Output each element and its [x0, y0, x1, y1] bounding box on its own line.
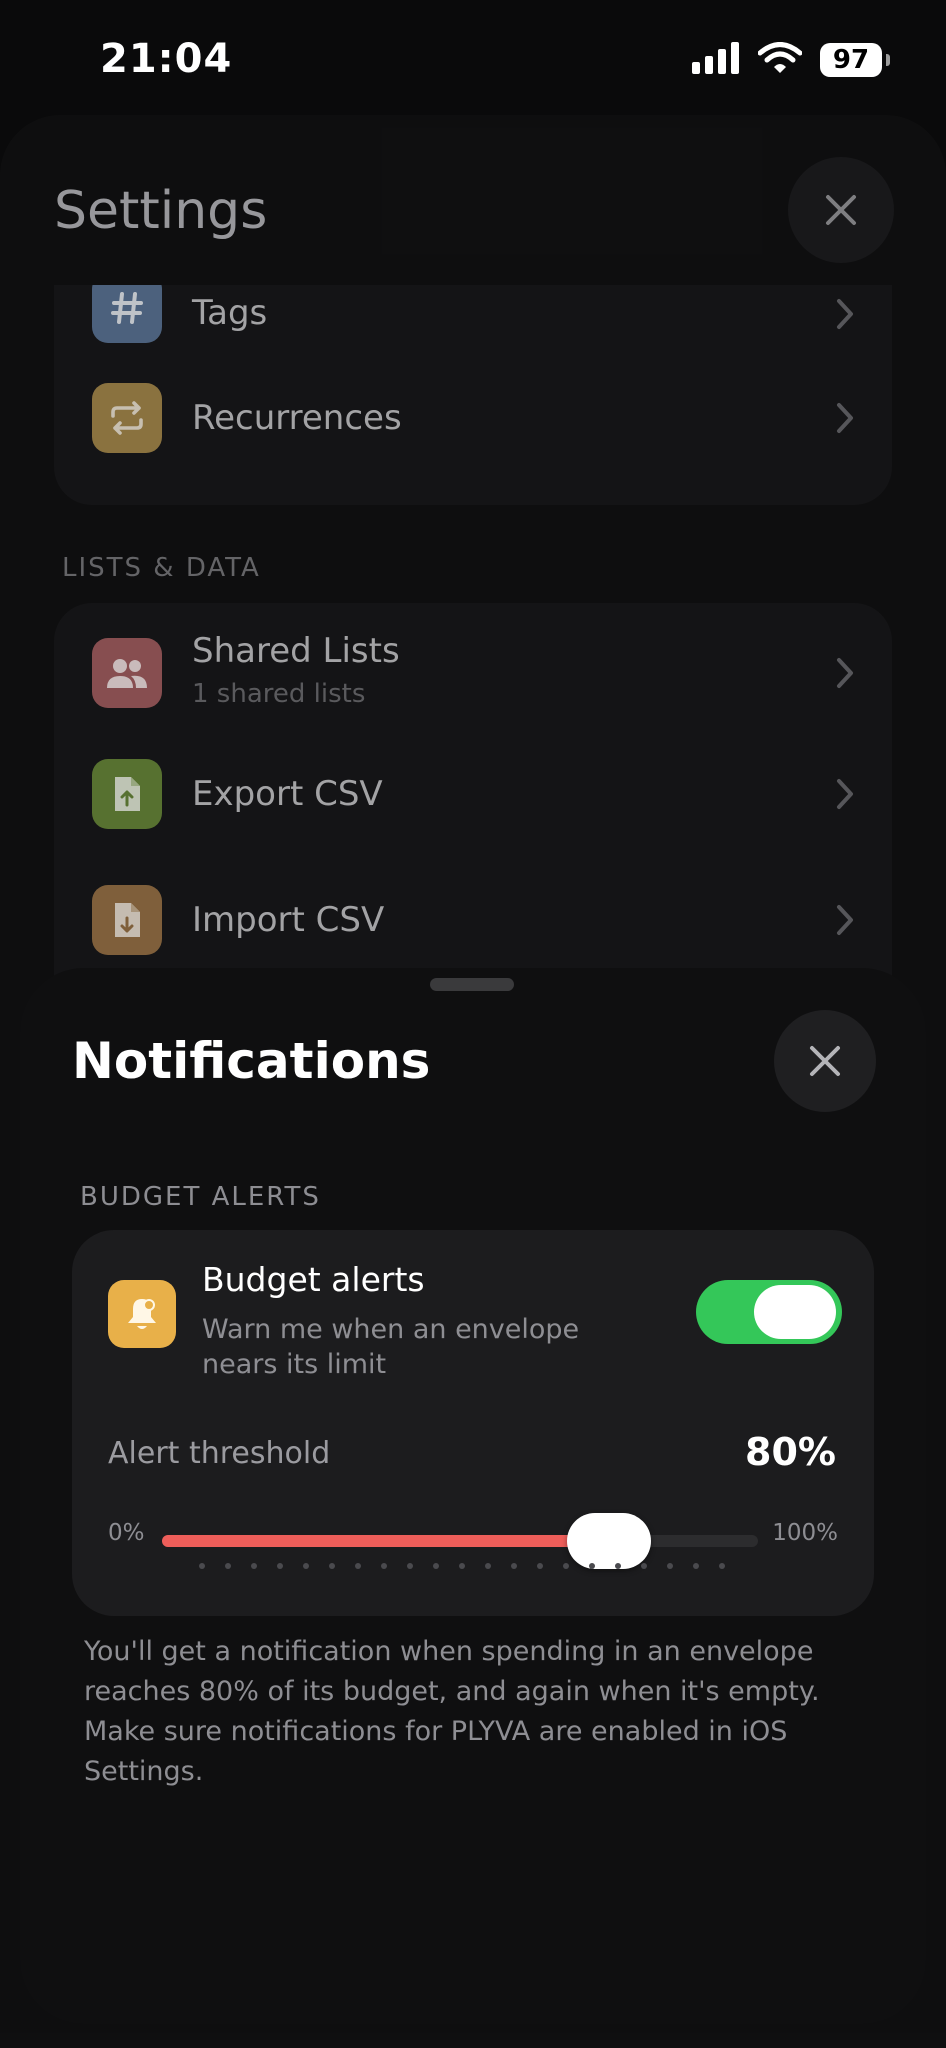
row-label: Import CSV [192, 900, 385, 940]
slider-tick [251, 1563, 257, 1569]
budget-alerts-card: Budget alerts Warn me when an envelope n… [72, 1230, 874, 1616]
threshold-slider[interactable] [162, 1513, 758, 1569]
budget-alerts-subtitle: Warn me when an envelope nears its limit [202, 1314, 580, 1380]
slider-fill [162, 1535, 609, 1547]
slider-tick [485, 1563, 491, 1569]
repeat-icon [92, 383, 162, 453]
slider-tick [277, 1563, 283, 1569]
slider-tick [719, 1563, 725, 1569]
slider-max-label: 100% [772, 1520, 838, 1546]
signal-icon [692, 42, 740, 78]
people-icon [92, 638, 162, 708]
row-tags[interactable]: Tags [54, 285, 892, 355]
slider-tick [641, 1563, 647, 1569]
row-label: Tags [192, 293, 268, 333]
settings-title: Settings [54, 181, 268, 241]
slider-ticks [199, 1563, 725, 1571]
notifications-sheet: Notifications BUDGET ALERTS Budget alert… [20, 968, 926, 2024]
slider-tick [589, 1563, 595, 1569]
bell-icon [108, 1280, 176, 1348]
chevron-right-icon [837, 403, 853, 433]
row-label: Recurrences [192, 398, 402, 438]
settings-group-top: Tags Recurrences [54, 285, 892, 505]
footer-note: You'll get a notification when spending … [84, 1636, 820, 1787]
status-time: 21:04 [100, 36, 233, 82]
row-sublabel: 1 shared lists [192, 679, 366, 709]
close-icon [810, 1046, 840, 1076]
row-recurrences[interactable]: Recurrences [54, 355, 892, 481]
close-icon [826, 195, 856, 225]
sheet-title: Notifications [72, 1032, 431, 1090]
chevron-right-icon [837, 905, 853, 935]
threshold-value: 80% [745, 1430, 836, 1474]
budget-alerts-toggle[interactable] [696, 1280, 842, 1344]
slider-tick [459, 1563, 465, 1569]
section-label-lists: LISTS & DATA [62, 553, 261, 583]
slider-tick [667, 1563, 673, 1569]
file-import-icon [92, 885, 162, 955]
row-export-csv[interactable]: Export CSV [54, 731, 892, 857]
slider-tick [199, 1563, 205, 1569]
slider-tick [225, 1563, 231, 1569]
slider-tick [303, 1563, 309, 1569]
battery-indicator: 97 [820, 43, 890, 77]
row-shared-lists[interactable]: Shared Lists 1 shared lists [54, 603, 892, 743]
hash-icon [92, 285, 162, 343]
sheet-grabber[interactable] [430, 978, 514, 991]
status-icons: 97 [692, 42, 890, 78]
wifi-icon [757, 42, 803, 78]
slider-tick [329, 1563, 335, 1569]
threshold-label: Alert threshold [108, 1436, 331, 1471]
slider-min-label: 0% [108, 1520, 145, 1546]
slider-tick [693, 1563, 699, 1569]
chevron-right-icon [837, 299, 853, 329]
slider-tick [407, 1563, 413, 1569]
sheet-close-button[interactable] [774, 1010, 876, 1112]
slider-tick [381, 1563, 387, 1569]
row-label: Shared Lists [192, 631, 400, 671]
slider-tick [355, 1563, 361, 1569]
row-import-csv[interactable]: Import CSV [54, 857, 892, 983]
slider-tick [563, 1563, 569, 1569]
slider-tick [511, 1563, 517, 1569]
chevron-right-icon [837, 779, 853, 809]
budget-alerts-title: Budget alerts [202, 1260, 425, 1299]
slider-thumb[interactable] [567, 1513, 651, 1569]
settings-close-button[interactable] [788, 157, 894, 263]
toggle-knob [754, 1285, 836, 1339]
settings-group-lists: Shared Lists 1 shared lists Export CSV I… [54, 603, 892, 1023]
slider-tick [615, 1563, 621, 1569]
chevron-right-icon [837, 658, 853, 688]
file-export-icon [92, 759, 162, 829]
section-label-budget-alerts: BUDGET ALERTS [80, 1182, 321, 1212]
row-label: Export CSV [192, 774, 383, 814]
slider-tick [537, 1563, 543, 1569]
slider-tick [433, 1563, 439, 1569]
status-bar: 21:04 97 [0, 0, 946, 110]
